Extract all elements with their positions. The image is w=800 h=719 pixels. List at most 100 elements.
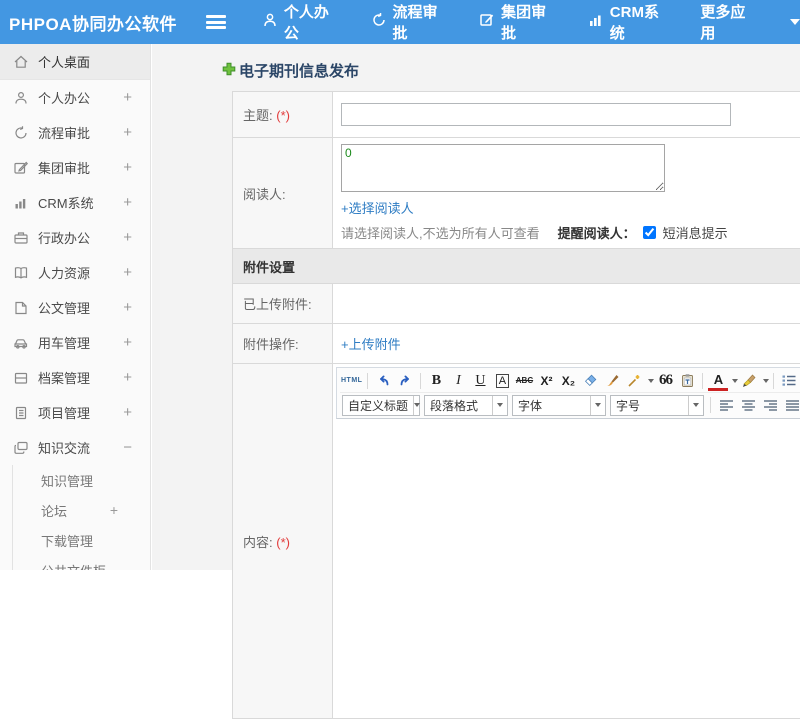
nav-process-approval[interactable]: 流程审批 — [371, 1, 450, 43]
car-icon — [13, 335, 29, 351]
editor-toolbar: HTML B I U A — [336, 367, 800, 419]
top-header: PHPOA协同办公软件 个人办公 流程审批 集团审批 CRM系统 — [0, 0, 800, 44]
italic-button[interactable]: I — [448, 371, 468, 391]
sidebar: 个人桌面 个人办公 + 流程审批 + 集团审批 + CRM系统 + 行政办公 + — [0, 44, 151, 570]
document-icon — [13, 300, 29, 316]
expand-plus-icon[interactable]: + — [123, 124, 132, 141]
sidebar-item-archive-mgmt[interactable]: 档案管理 + — [0, 360, 150, 395]
format-painter-icon[interactable] — [602, 371, 622, 391]
process-icon — [371, 12, 387, 32]
main-content: 电子期刊信息发布 主题: (*) 阅读人: 0 +选择阅读人 请选择阅读人,不选… — [152, 44, 800, 570]
sidebar-subitem-forum[interactable]: 论坛 + — [13, 495, 150, 525]
attachment-op-label: 附件操作: — [233, 324, 333, 364]
subject-input[interactable] — [341, 103, 731, 126]
nav-crm-system[interactable]: CRM系统 — [588, 1, 671, 43]
font-box-button[interactable]: A — [496, 374, 509, 388]
expand-plus-icon[interactable]: + — [123, 334, 132, 351]
publish-form: 主题: (*) 阅读人: 0 +选择阅读人 请选择阅读人,不选为所有人可查看 提… — [232, 91, 800, 719]
chat-copy-icon — [13, 440, 29, 456]
expand-plus-icon[interactable]: + — [110, 502, 118, 518]
sidebar-item-document-mgmt[interactable]: 公文管理 + — [0, 290, 150, 325]
app-logo: PHPOA协同办公软件 — [0, 10, 194, 35]
paragraph-format-select[interactable]: 段落格式 — [424, 395, 508, 416]
page-title: 电子期刊信息发布 — [222, 60, 800, 81]
font-size-select[interactable]: 字号 — [610, 395, 704, 416]
sidebar-item-group-approval[interactable]: 集团审批 + — [0, 150, 150, 185]
sidebar-item-human-resources[interactable]: 人力资源 + — [0, 255, 150, 290]
sidebar-item-personal-desktop[interactable]: 个人桌面 — [0, 44, 150, 80]
knowledge-submenu: 知识管理 论坛 + 下载管理 公共文件柜 — [12, 465, 150, 570]
edit-icon — [13, 160, 29, 176]
choose-readers-link[interactable]: +选择阅读人 — [341, 198, 414, 217]
nav-more-apps[interactable]: 更多应用 — [700, 1, 758, 43]
align-right-icon[interactable] — [760, 395, 780, 415]
strikethrough-button[interactable]: ABC — [514, 371, 534, 391]
sidebar-item-project-mgmt[interactable]: 项目管理 + — [0, 395, 150, 430]
expand-plus-icon[interactable]: + — [123, 89, 132, 106]
content-row: 内容: (*) HTML — [233, 364, 800, 719]
sidebar-item-process-approval[interactable]: 流程审批 + — [0, 115, 150, 150]
align-justify-icon[interactable] — [782, 395, 800, 415]
custom-title-select[interactable]: 自定义标题 — [342, 395, 420, 416]
bold-button[interactable]: B — [426, 371, 446, 391]
sidebar-item-knowledge-exchange[interactable]: 知识交流 − — [0, 430, 150, 465]
superscript-button[interactable]: X² — [536, 371, 556, 391]
undo-icon[interactable] — [373, 371, 393, 391]
editor-content-area[interactable] — [336, 419, 800, 715]
expand-plus-icon[interactable]: + — [123, 159, 132, 176]
blockquote-button[interactable]: 66 — [655, 371, 675, 391]
sidebar-item-crm-system[interactable]: CRM系统 + — [0, 185, 150, 220]
readers-textarea[interactable]: 0 — [341, 144, 665, 192]
notebook-icon — [13, 405, 29, 421]
green-plus-icon — [222, 62, 236, 80]
font-color-button[interactable]: A — [708, 371, 728, 391]
sidebar-subitem-download-mgmt[interactable]: 下载管理 — [13, 525, 150, 555]
collapse-minus-icon[interactable]: − — [123, 439, 132, 456]
readers-row: 阅读人: 0 +选择阅读人 请选择阅读人,不选为所有人可查看 提醒阅读人： 短消… — [233, 138, 800, 249]
subject-row: 主题: (*) — [233, 92, 800, 138]
align-left-icon[interactable] — [716, 395, 736, 415]
highlight-caret[interactable] — [763, 379, 769, 383]
expand-plus-icon[interactable]: + — [123, 229, 132, 246]
sidebar-subitem-public-file-cabinet[interactable]: 公共文件柜 — [13, 555, 150, 570]
upload-attachment-link[interactable]: +上传附件 — [341, 337, 401, 352]
subject-label: 主题: (*) — [233, 92, 333, 138]
sms-notify-checkbox[interactable] — [643, 226, 656, 239]
attachment-section-header: 附件设置 — [233, 249, 800, 284]
user-icon — [262, 12, 278, 32]
sms-notify-label: 短消息提示 — [663, 223, 728, 242]
sidebar-item-personal-office[interactable]: 个人办公 + — [0, 80, 150, 115]
caret-down-icon[interactable] — [790, 19, 800, 25]
magic-wand-icon[interactable] — [624, 371, 644, 391]
align-center-icon[interactable] — [738, 395, 758, 415]
html-source-button[interactable]: HTML — [341, 371, 362, 391]
archive-icon — [13, 370, 29, 386]
book-icon — [13, 265, 29, 281]
subscript-button[interactable]: X₂ — [558, 371, 578, 391]
wand-dropdown-caret[interactable] — [648, 379, 654, 383]
sidebar-subitem-knowledge-mgmt[interactable]: 知识管理 — [13, 465, 150, 495]
font-family-select[interactable]: 字体 — [512, 395, 606, 416]
home-icon — [13, 54, 29, 70]
expand-plus-icon[interactable]: + — [123, 264, 132, 281]
redo-icon[interactable] — [395, 371, 415, 391]
paste-icon[interactable] — [677, 371, 697, 391]
expand-plus-icon[interactable]: + — [123, 404, 132, 421]
top-navigation: 个人办公 流程审批 集团审批 CRM系统 更多应用 — [262, 1, 800, 43]
underline-button[interactable]: U — [470, 371, 490, 391]
rich-text-editor: HTML B I U A — [336, 367, 800, 715]
expand-plus-icon[interactable]: + — [123, 194, 132, 211]
eraser-icon[interactable] — [580, 371, 600, 391]
sidebar-item-admin-office[interactable]: 行政办公 + — [0, 220, 150, 255]
readers-label: 阅读人: — [233, 138, 333, 249]
sidebar-item-vehicle-mgmt[interactable]: 用车管理 + — [0, 325, 150, 360]
ordered-list-icon[interactable] — [779, 371, 799, 391]
expand-plus-icon[interactable]: + — [123, 369, 132, 386]
nav-personal-office[interactable]: 个人办公 — [262, 1, 341, 43]
expand-plus-icon[interactable]: + — [123, 299, 132, 316]
nav-group-approval[interactable]: 集团审批 — [479, 1, 558, 43]
highlight-pen-icon[interactable] — [739, 371, 759, 391]
user-icon — [13, 90, 29, 106]
font-color-caret[interactable] — [732, 379, 738, 383]
hamburger-menu-icon[interactable] — [206, 15, 225, 29]
